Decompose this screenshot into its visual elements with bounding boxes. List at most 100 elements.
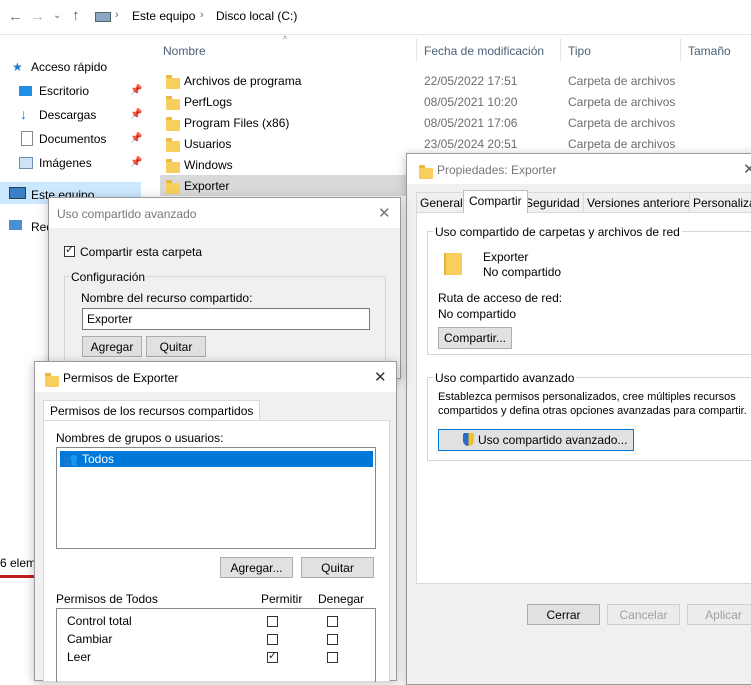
drive-icon: [95, 12, 111, 22]
tab-personalizar[interactable]: Personalizar: [689, 192, 751, 212]
table-row[interactable]: PerfLogs 08/05/2021 10:20 Carpeta de arc…: [160, 91, 751, 112]
remove-user-button[interactable]: Quitar: [301, 557, 374, 578]
apply-button[interactable]: Aplicar: [687, 604, 751, 625]
network-share-group-title: Uso compartido de carpetas y archivos de…: [433, 225, 682, 239]
column-divider[interactable]: [560, 38, 561, 62]
file-date: 08/05/2021 10:20: [424, 95, 518, 109]
add-button[interactable]: Agregar: [82, 336, 142, 357]
cancel-button[interactable]: Cancelar: [607, 604, 680, 625]
breadcrumb-este-equipo[interactable]: Este equipo: [132, 9, 195, 23]
file-name: Usuarios: [184, 137, 232, 151]
tab-compartir[interactable]: Compartir: [463, 190, 528, 213]
permission-name-control-total: Control total: [67, 614, 132, 628]
deny-column-header: Denegar: [318, 592, 365, 606]
column-divider[interactable]: [680, 38, 681, 62]
status-bar-text: 6 elem: [0, 556, 37, 570]
column-header-size[interactable]: Tamaño: [688, 44, 731, 58]
pin-icon: 📌: [130, 133, 143, 144]
column-header-name[interactable]: Nombre: [163, 44, 206, 58]
tab-versiones-anteriores[interactable]: Versiones anteriores: [583, 192, 701, 212]
permissions-for-label: Permisos de Todos: [56, 592, 158, 606]
file-name: Exporter: [184, 179, 230, 193]
close-icon[interactable]: ✕: [743, 160, 751, 178]
allow-cambiar-checkbox[interactable]: [267, 634, 278, 645]
nav-item-imagenes[interactable]: Imágenes: [39, 156, 92, 170]
table-row-selected[interactable]: Exporter: [160, 175, 410, 196]
file-type: Carpeta de archivos: [568, 95, 676, 109]
pin-icon: 📌: [130, 109, 143, 120]
add-user-button[interactable]: Agregar...: [220, 557, 293, 578]
close-button[interactable]: Cerrar: [527, 604, 600, 625]
share-name-label: Nombre del recurso compartido:: [81, 291, 253, 305]
file-name: Archivos de programa: [184, 74, 302, 88]
share-folder-checkbox[interactable]: [64, 243, 75, 257]
deny-cambiar-checkbox[interactable]: [327, 634, 338, 645]
properties-titlebar: Propiedades: Exporter ✕: [407, 154, 751, 184]
allow-leer-checkbox[interactable]: [267, 649, 278, 663]
pin-star-icon: ★: [12, 60, 23, 74]
chevron-right-icon: ›: [200, 9, 204, 21]
deny-control-total-checkbox[interactable]: [327, 616, 338, 627]
folder-icon: [166, 159, 180, 174]
permissions-panel: Nombres de grupos o usuarios: 👥 Todos Ag…: [43, 420, 390, 682]
tab-general[interactable]: General: [416, 192, 467, 212]
user-name: Todos: [82, 452, 115, 466]
tab-seguridad[interactable]: Seguridad: [521, 192, 584, 212]
nav-item-documentos[interactable]: Documentos: [39, 132, 106, 146]
advanced-title: Uso compartido avanzado: [57, 207, 197, 221]
share-name-value: Exporter: [87, 312, 133, 326]
permissions-title: Permisos de Exporter: [63, 371, 179, 385]
nav-item-escritorio[interactable]: Escritorio: [39, 84, 89, 98]
tab-panel: Uso compartido de carpetas y archivos de…: [416, 212, 751, 584]
network-path-value: No compartido: [438, 307, 517, 321]
file-name: PerfLogs: [184, 95, 233, 109]
permissions-titlebar: Permisos de Exporter ✕: [35, 362, 396, 392]
share-button[interactable]: Compartir...: [438, 327, 512, 349]
table-row[interactable]: Usuarios 23/05/2024 20:51 Carpeta de arc…: [160, 133, 751, 154]
close-icon[interactable]: ✕: [374, 368, 387, 386]
network-path-label: Ruta de acceso de red:: [438, 291, 563, 305]
permission-name-cambiar: Cambiar: [67, 632, 113, 646]
file-type: Carpeta de archivos: [568, 137, 676, 151]
list-item-todos[interactable]: 👥 Todos: [60, 451, 373, 467]
share-name-input[interactable]: Exporter: [82, 308, 370, 330]
advanced-share-description: Establezca permisos personalizados, cree…: [438, 391, 747, 417]
advanced-share-button[interactable]: Uso compartido avanzado...: [438, 429, 634, 451]
users-group-icon: 👥: [63, 452, 78, 466]
file-name: Windows: [184, 158, 233, 172]
nav-item-acceso-rapido[interactable]: Acceso rápido: [31, 60, 107, 74]
folder-icon: [166, 117, 180, 132]
properties-dialog: Propiedades: Exporter ✕ General Comparti…: [406, 153, 751, 685]
config-group-title: Configuración: [69, 270, 148, 284]
table-row[interactable]: Archivos de programa 22/05/2022 17:51 Ca…: [160, 70, 751, 91]
documents-icon: [21, 131, 33, 146]
column-header-date[interactable]: Fecha de modificación: [424, 44, 544, 58]
deny-leer-checkbox[interactable]: [327, 652, 338, 663]
nav-item-descargas[interactable]: Descargas: [39, 108, 96, 122]
permission-name-leer: Leer: [67, 650, 92, 664]
groups-listbox[interactable]: 👥 Todos: [56, 447, 376, 549]
permissions-dialog: Permisos de Exporter ✕ Permisos de los r…: [34, 361, 397, 682]
column-divider[interactable]: [416, 38, 417, 62]
breadcrumb-disco-local[interactable]: Disco local (C:): [216, 9, 297, 23]
up-arrow-icon[interactable]: ↑: [72, 7, 80, 24]
folder-icon: [166, 138, 180, 153]
file-type: Carpeta de archivos: [568, 116, 676, 130]
column-header-type[interactable]: Tipo: [568, 44, 591, 58]
tab-share-permissions[interactable]: Permisos de los recursos compartidos: [43, 400, 261, 422]
close-icon[interactable]: ✕: [378, 204, 391, 222]
remove-button[interactable]: Quitar: [146, 336, 206, 357]
shared-folder-name: Exporter: [483, 250, 529, 264]
back-arrow-icon[interactable]: ←: [8, 8, 23, 25]
chevron-right-icon: ›: [115, 9, 119, 21]
allow-control-total-checkbox[interactable]: [267, 616, 278, 627]
table-row[interactable]: Program Files (x86) 08/05/2021 17:06 Car…: [160, 112, 751, 133]
forward-arrow-icon[interactable]: →: [30, 8, 45, 25]
sort-ascending-icon: ^: [283, 34, 288, 44]
download-icon: ↓: [20, 106, 27, 122]
groups-label: Nombres de grupos o usuarios:: [56, 431, 224, 445]
file-type: Carpeta de archivos: [568, 74, 676, 88]
folder-icon: [419, 165, 433, 180]
advanced-sharing-dialog: Uso compartido avanzado ✕ Compartir esta…: [48, 197, 401, 379]
chevron-down-icon[interactable]: ⌄: [53, 10, 61, 21]
